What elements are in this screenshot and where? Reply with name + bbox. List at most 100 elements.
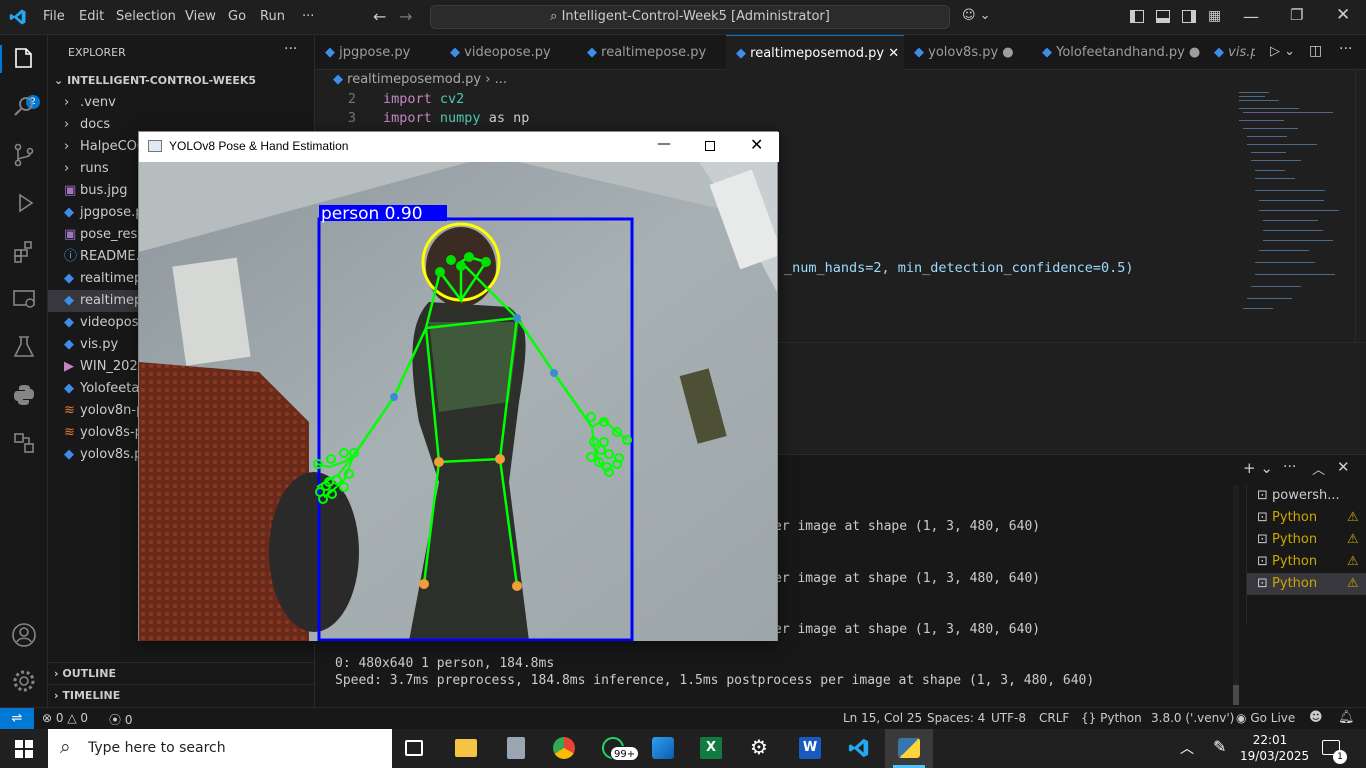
back-arrow-icon[interactable]: ← [373, 7, 386, 26]
breadcrumb-file[interactable]: realtimeposemod.py [347, 72, 481, 87]
notifications-bell-icon[interactable]: 🔔︎ [1338, 710, 1355, 725]
calculator-icon[interactable] [507, 737, 525, 759]
toggle-secondary-sidebar-icon[interactable] [1182, 10, 1196, 23]
popup-minimize-icon[interactable]: — [657, 136, 671, 152]
line-ending[interactable]: CRLF [1039, 711, 1069, 725]
tab-yolofeetandhand-py[interactable]: ◆ Yolofeetandhand.py ● [1032, 35, 1204, 70]
command-center[interactable]: ⌕ Intelligent-Control-Week5 [Administrat… [430, 5, 950, 29]
menu-more[interactable]: ··· [302, 9, 314, 24]
run-debug-icon[interactable] [10, 189, 38, 217]
pen-icon[interactable]: ✎ [1213, 737, 1226, 756]
show-hidden-icons-icon[interactable]: ︿ [1180, 738, 1194, 758]
python-file-icon: ◆ [914, 45, 929, 60]
toggle-panel-icon[interactable] [1156, 10, 1170, 23]
menu-selection[interactable]: Selection [116, 9, 176, 24]
tab-videopose-py[interactable]: ◆ videopose.py [440, 35, 577, 70]
minimize-icon[interactable]: — [1243, 7, 1259, 26]
windows-start-icon[interactable] [15, 740, 33, 758]
go-live-button[interactable]: ◉ Go Live [1236, 711, 1295, 725]
terminal-icon: ⊡ [1257, 532, 1273, 547]
file-explorer-icon[interactable] [455, 739, 477, 757]
unsaved-dot-icon[interactable]: ● [998, 45, 1013, 60]
status-bar: ⇌ ⊗ 0 △ 0 ⦿ 0 Ln 15, Col 25 Spaces: 4 UT… [0, 707, 1366, 730]
folder-item[interactable]: › .venv [48, 92, 315, 114]
testing-icon[interactable] [10, 333, 38, 361]
copilot-status-icon[interactable]: ☻ [1309, 710, 1323, 725]
opencv-window[interactable]: YOLOv8 Pose & Hand Estimation — ✕ person… [138, 131, 779, 641]
ports-indicator[interactable]: ⦿ 0 [109, 711, 132, 728]
menu-edit[interactable]: Edit [79, 9, 104, 24]
terminal-scrollbar[interactable] [1233, 485, 1239, 705]
tab-yolov8s-py[interactable]: ◆ yolov8s.py ● [904, 35, 1032, 70]
close-window-icon[interactable]: ✕ [1336, 5, 1350, 25]
popup-title-bar[interactable]: YOLOv8 Pose & Hand Estimation — ✕ [139, 132, 779, 162]
outline-section[interactable]: › OUTLINE [48, 662, 315, 684]
tabs-more-icon[interactable]: ··· [1339, 41, 1352, 57]
terminal-list-item[interactable]: ⊡ Python ⚠ [1247, 551, 1366, 573]
breadcrumb-rest[interactable]: ... [495, 72, 507, 87]
python-icon[interactable] [10, 381, 38, 409]
word-icon[interactable]: W [799, 737, 821, 759]
settings-gear-icon[interactable]: ⚙ [750, 735, 768, 759]
remote-indicator-icon[interactable]: ⇌ [0, 708, 34, 730]
tab-realtimeposemod-py[interactable]: ◆ realtimeposemod.py ✕ [726, 35, 904, 70]
settings-gear-icon[interactable] [10, 667, 38, 695]
panels-icon[interactable] [10, 429, 38, 457]
popup-close-icon[interactable]: ✕ [750, 135, 763, 154]
search-icon[interactable] [10, 93, 38, 121]
terminal-list-item[interactable]: ⊡ Python ⚠ [1247, 573, 1366, 595]
minimap[interactable] [1237, 90, 1339, 330]
source-control-icon[interactable] [10, 141, 38, 169]
extensions-icon[interactable] [10, 237, 38, 265]
close-tab-icon[interactable]: ✕ [884, 46, 899, 61]
task-view-icon[interactable] [405, 740, 423, 756]
taskbar-search-box[interactable]: ⌕ Type here to search [48, 729, 392, 768]
clock[interactable]: 22:01 19/03/2025 [1240, 732, 1309, 764]
maximize-panel-icon[interactable]: ︿ [1312, 459, 1325, 478]
terminal-list-item[interactable]: ⊡ powersh... [1247, 485, 1366, 507]
chrome-icon[interactable] [553, 737, 575, 759]
timeline-section[interactable]: › TIMELINE [48, 684, 315, 706]
vscode-taskbar-icon[interactable] [848, 737, 870, 759]
menu-file[interactable]: File [43, 9, 65, 24]
split-editor-icon[interactable]: ◫ [1309, 43, 1322, 59]
menu-view[interactable]: View [185, 9, 216, 24]
account-icon[interactable] [10, 621, 38, 649]
editor-scrollbar[interactable] [1355, 70, 1365, 342]
copilot-icon[interactable]: ☺ ⌄ [962, 8, 991, 23]
run-file-icon[interactable]: ▷ ⌄ [1270, 44, 1295, 59]
explorer-icon[interactable] [10, 45, 38, 73]
encoding[interactable]: UTF-8 [991, 711, 1026, 725]
customize-layout-icon[interactable]: ▦ [1208, 8, 1221, 24]
terminal-list-item[interactable]: ⊡ Python ⚠ [1247, 507, 1366, 529]
terminal-list-item[interactable]: ⊡ Python ⚠ [1247, 529, 1366, 551]
menu-go[interactable]: Go [228, 9, 246, 24]
menu-run[interactable]: Run [260, 9, 285, 24]
toggle-primary-sidebar-icon[interactable] [1130, 10, 1144, 23]
python-file-icon: ◆ [64, 271, 74, 286]
project-name: INTELLIGENT-CONTROL-WEEK5 [67, 74, 257, 87]
panel-more-icon[interactable]: ··· [1283, 459, 1296, 475]
project-header[interactable]: ⌄ INTELLIGENT-CONTROL-WEEK5 [48, 70, 315, 92]
unsaved-dot-icon[interactable]: ● [1185, 45, 1200, 60]
tab-label: jpgpose.py [339, 45, 411, 60]
excel-icon[interactable]: X [700, 737, 722, 759]
python-interpreter[interactable]: 3.8.0 ('.venv') [1151, 711, 1234, 725]
problems-indicator[interactable]: ⊗ 0 △ 0 [42, 711, 88, 725]
python-app-taskbar-button[interactable] [885, 729, 933, 768]
language-mode[interactable]: {} Python [1081, 711, 1142, 725]
new-terminal-icon[interactable]: + ⌄ [1243, 459, 1273, 477]
tab-jpgpose-py[interactable]: ◆ jpgpose.py [315, 35, 440, 70]
explorer-more-icon[interactable]: ··· [284, 41, 297, 57]
restore-icon[interactable]: ❐ [1290, 6, 1303, 24]
indentation[interactable]: Spaces: 4 [927, 711, 985, 725]
forward-arrow-icon[interactable]: → [399, 7, 412, 26]
cursor-position[interactable]: Ln 15, Col 25 [843, 711, 922, 725]
chevron-down-icon: ⌄ [54, 74, 64, 87]
popup-maximize-icon[interactable] [705, 141, 715, 151]
photos-icon[interactable] [652, 737, 674, 759]
close-panel-icon[interactable]: ✕ [1337, 458, 1350, 476]
tab-realtimepose-py[interactable]: ◆ realtimepose.py [577, 35, 726, 70]
tab-vis-py[interactable]: ◆ vis.py [1204, 35, 1255, 70]
remote-explorer-icon[interactable] [10, 285, 38, 313]
